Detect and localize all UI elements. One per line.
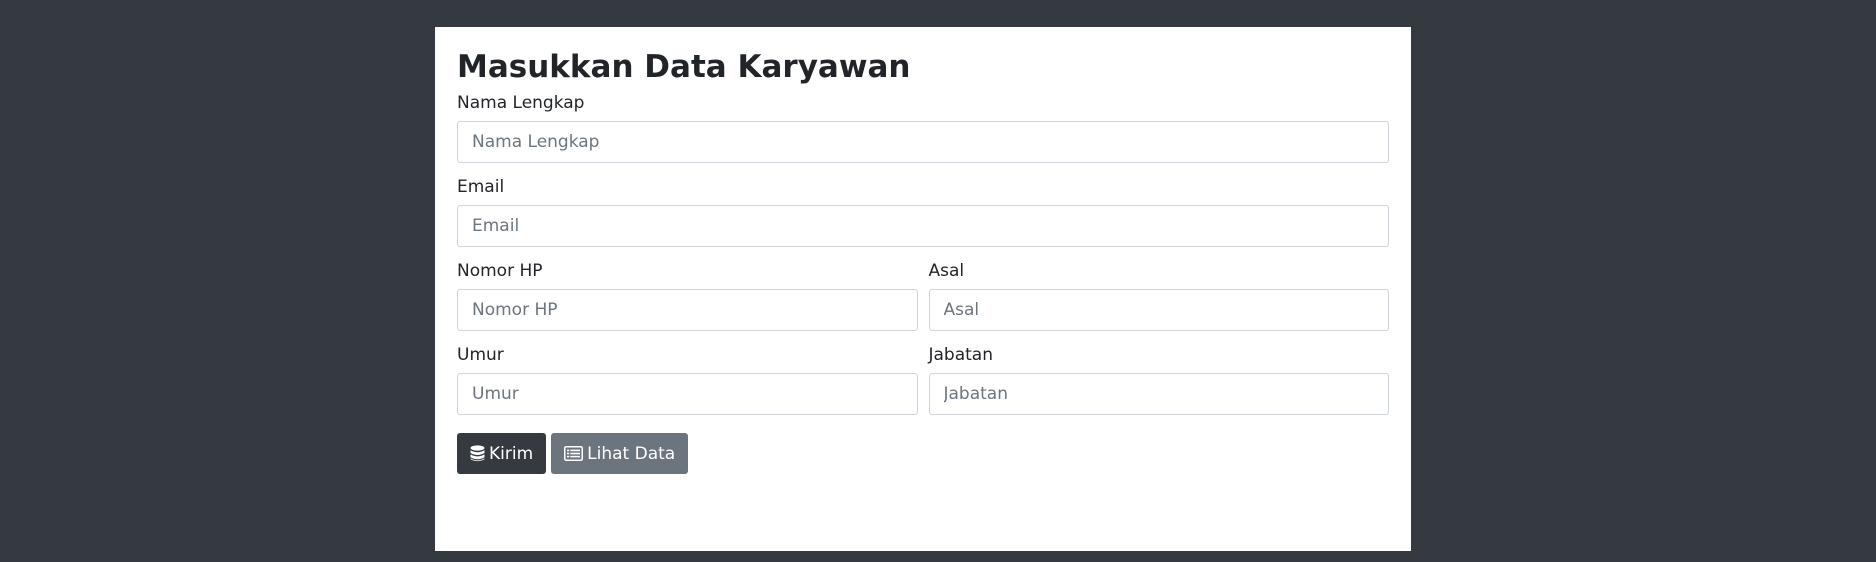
jabatan-label: Jabatan — [928, 345, 994, 365]
form-row-umur-jabatan: Umur Jabatan — [457, 343, 1389, 415]
nama-lengkap-input[interactable] — [457, 121, 1389, 163]
form-row-hp-asal: Nomor HP Asal — [457, 259, 1389, 331]
list-alt-icon — [564, 446, 584, 461]
page-title: Masukkan Data Karyawan — [457, 49, 911, 85]
database-icon — [470, 445, 485, 462]
asal-input[interactable] — [928, 289, 1389, 331]
form-card: Masukkan Data Karyawan Nama Lengkap Emai… — [435, 27, 1411, 551]
form-group-nama: Nama Lengkap — [457, 91, 1389, 163]
email-input[interactable] — [457, 205, 1389, 247]
form-group-nomor-hp: Nomor HP — [457, 259, 918, 331]
kirim-button-label: Kirim — [489, 443, 534, 464]
nama-label: Nama Lengkap — [457, 93, 585, 113]
asal-label: Asal — [928, 261, 965, 281]
lihat-data-button-label: Lihat Data — [587, 443, 676, 464]
form-group-asal: Asal — [928, 259, 1389, 331]
form-group-umur: Umur — [457, 343, 918, 415]
kirim-button[interactable]: Kirim — [457, 433, 547, 474]
email-label: Email — [457, 177, 505, 197]
jabatan-input[interactable] — [928, 373, 1389, 415]
umur-input[interactable] — [457, 373, 918, 415]
umur-label: Umur — [457, 345, 504, 365]
form-group-jabatan: Jabatan — [928, 343, 1389, 415]
nomor-hp-input[interactable] — [457, 289, 918, 331]
lihat-data-button[interactable]: Lihat Data — [551, 433, 689, 474]
nomor-hp-label: Nomor HP — [457, 261, 543, 281]
form-group-email: Email — [457, 175, 1389, 247]
form-actions: Kirim Lihat Data — [457, 433, 1389, 474]
